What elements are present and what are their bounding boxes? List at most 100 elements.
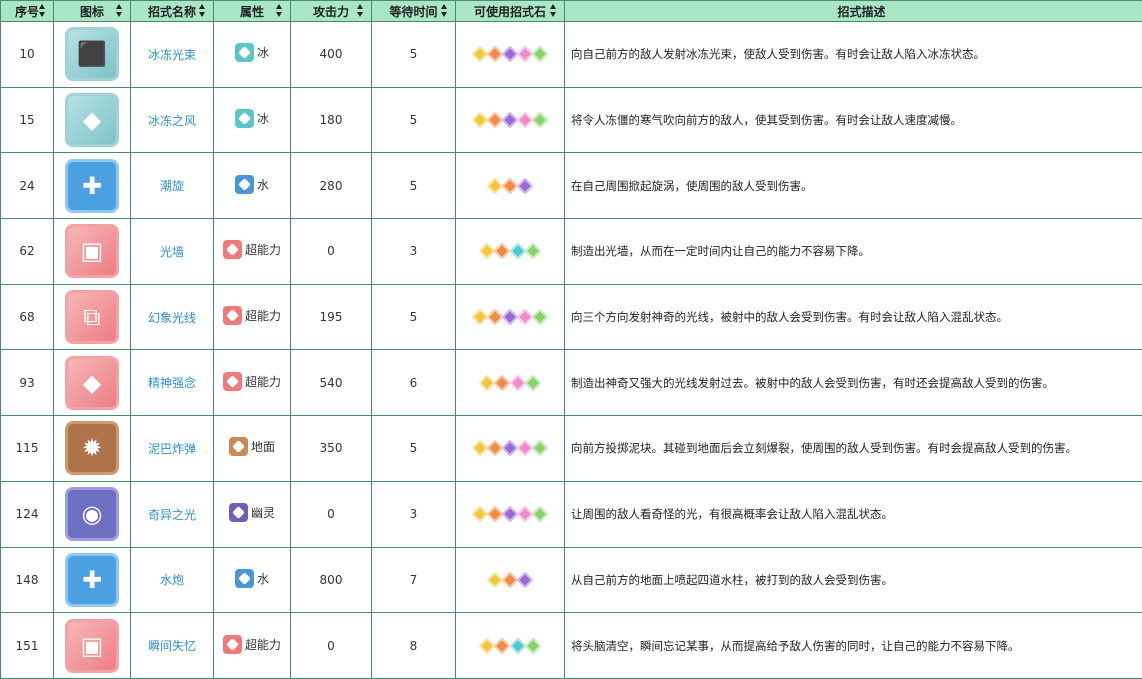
move-stone-icon: [471, 506, 488, 523]
move-type-label: 地面: [251, 438, 275, 455]
psychic-icon: ◆: [65, 356, 119, 410]
move-id: 148: [1, 547, 54, 613]
move-type-label: 超能力: [245, 241, 281, 258]
col-header-desc[interactable]: 招式描述: [565, 1, 1142, 22]
move-wait: 6: [372, 350, 456, 416]
move-id: 62: [1, 219, 54, 285]
move-stones-cell: [456, 350, 565, 416]
move-stone-icon: [486, 571, 503, 588]
col-header-id[interactable]: 序号: [1, 1, 54, 22]
move-icon-cell: ▣: [54, 219, 131, 285]
move-stone-icon: [471, 112, 488, 129]
move-name-link[interactable]: 潮旋: [131, 153, 214, 219]
move-stones-cell: [456, 153, 565, 219]
move-stone-icon: [486, 177, 503, 194]
sort-icon[interactable]: [39, 4, 46, 17]
move-wait: 3: [372, 219, 456, 285]
move-type-label: 超能力: [245, 373, 281, 390]
sort-icon[interactable]: [116, 4, 123, 17]
move-power: 800: [291, 547, 372, 613]
move-name-link[interactable]: 水炮: [131, 547, 214, 613]
sort-icon[interactable]: [276, 4, 283, 17]
type-water-icon: [235, 569, 254, 588]
move-icon-cell: ✚: [54, 547, 131, 613]
type-psy-icon: [223, 635, 242, 654]
move-stone-icon: [486, 309, 503, 326]
col-header-icon[interactable]: 图标: [54, 1, 131, 22]
sort-icon[interactable]: [550, 4, 557, 17]
move-name-link[interactable]: 瞬间失忆: [131, 613, 214, 679]
move-stone-icon: [486, 440, 503, 457]
amnesia-icon: ▣: [65, 619, 119, 673]
move-name-link[interactable]: 精神强念: [131, 350, 214, 416]
move-power: 400: [291, 22, 372, 88]
move-power: 0: [291, 219, 372, 285]
move-stone-icon: [494, 243, 511, 260]
move-stone-icon: [471, 46, 488, 63]
col-header-stones[interactable]: 可使用招式石: [456, 1, 565, 22]
move-stones-cell: [456, 547, 565, 613]
move-type-cell: 超能力: [214, 613, 291, 679]
move-name-link[interactable]: 冰冻光束: [131, 22, 214, 88]
move-type-cell: 幽灵: [214, 481, 291, 547]
sort-icon[interactable]: [441, 4, 448, 17]
move-name-link[interactable]: 奇异之光: [131, 481, 214, 547]
col-header-name[interactable]: 招式名称: [131, 1, 214, 22]
sort-icon[interactable]: [199, 4, 206, 17]
move-stones-cell: [456, 87, 565, 153]
move-description: 制造出神奇又强大的光线发射过去。被射中的敌人会受到伤害，有时还会提高敌人受到的伤…: [565, 350, 1142, 416]
psybeam-icon: ⧉: [65, 290, 119, 344]
col-header-type[interactable]: 属性: [214, 1, 291, 22]
type-ghost-icon: [229, 503, 248, 522]
type-water-icon: [235, 175, 254, 194]
move-description: 将令人冻僵的寒气吹向前方的敌人，使其受到伤害。有时会让敌人速度减慢。: [565, 87, 1142, 153]
move-description: 在自己周围掀起旋涡，使周围的敌人受到伤害。: [565, 153, 1142, 219]
move-name-link[interactable]: 泥巴炸弹: [131, 416, 214, 482]
sort-icon[interactable]: [357, 4, 364, 17]
move-power: 0: [291, 481, 372, 547]
move-stones-cell: [456, 284, 565, 350]
move-wait: 5: [372, 153, 456, 219]
move-description: 将头脑清空，瞬间忘记某事，从而提高给予敌人伤害的同时，让自己的能力不容易下降。: [565, 613, 1142, 679]
move-type-cell: 冰: [214, 87, 291, 153]
light-screen-icon: ▣: [65, 224, 119, 278]
move-type-label: 超能力: [245, 307, 281, 324]
move-icon-cell: ⧉: [54, 284, 131, 350]
whirlpool-icon: ✚: [65, 159, 119, 213]
move-name-link[interactable]: 冰冻之风: [131, 87, 214, 153]
move-stone-icon: [494, 637, 511, 654]
move-type-cell: 水: [214, 547, 291, 613]
move-name-link[interactable]: 幻象光线: [131, 284, 214, 350]
move-stone-icon: [524, 374, 541, 391]
move-stone-icon: [486, 506, 503, 523]
type-psy-icon: [223, 240, 242, 259]
table-body: 10⬛冰冻光束冰4005向自己前方的敌人发射冰冻光束，使敌人受到伤害。有时会让敌…: [1, 22, 1142, 679]
move-stone-icon: [524, 243, 541, 260]
move-stones-cell: [456, 219, 565, 285]
move-id: 115: [1, 416, 54, 482]
move-icon-cell: ▣: [54, 613, 131, 679]
move-power: 0: [291, 613, 372, 679]
table-row: 93◆精神强念 超能力 5406 制造出神奇又强大的光线发射过去。被射中的敌人会受到伤…: [1, 350, 1142, 416]
move-type-cell: 超能力: [214, 284, 291, 350]
move-power: 540: [291, 350, 372, 416]
ice-beam-icon: ⬛: [65, 27, 119, 81]
header-row: 序号 图标 招式名称 属性 攻击力 等待时间 可使用招式石 招式描述: [1, 1, 1142, 22]
move-stone-icon: [532, 440, 549, 457]
col-header-wait[interactable]: 等待时间: [372, 1, 456, 22]
confuse-ray-icon: ◉: [65, 487, 119, 541]
move-power: 180: [291, 87, 372, 153]
move-id: 93: [1, 350, 54, 416]
move-stone-icon: [532, 309, 549, 326]
move-wait: 5: [372, 22, 456, 88]
col-header-power[interactable]: 攻击力: [291, 1, 372, 22]
table-row: 68⧉幻象光线超能力1955向三个方向发射神奇的光线，被射中的敌人会受到伤害。有…: [1, 284, 1142, 350]
table-row: 124◉奇异之光幽灵03让周围的敌人看奇怪的光，有很高概率会让敌人陷入混乱状态。: [1, 481, 1142, 547]
type-psy-icon: [223, 306, 242, 325]
move-name-link[interactable]: 光墙: [131, 219, 214, 285]
move-type-label: 冰: [257, 44, 269, 61]
move-stone-icon: [532, 46, 549, 63]
move-stone-icon: [517, 177, 534, 194]
move-type-label: 冰: [257, 110, 269, 127]
move-stone-icon: [494, 374, 511, 391]
